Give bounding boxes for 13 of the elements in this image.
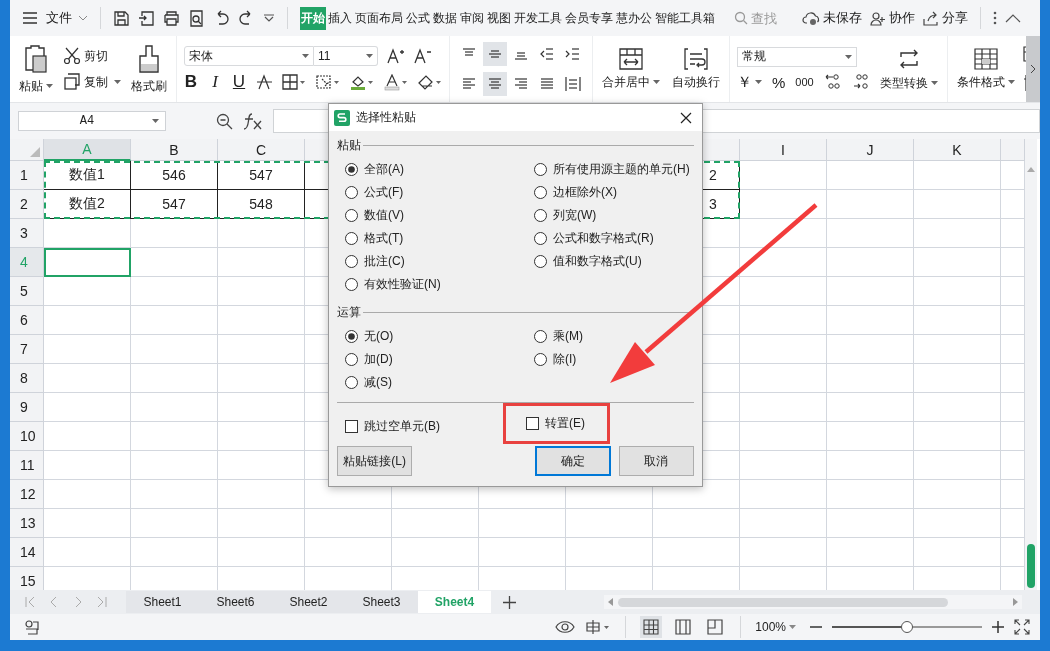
table-cell: 547 xyxy=(131,190,218,219)
table-cell: 548 xyxy=(218,190,305,219)
number-format-value: 常规 xyxy=(742,48,766,65)
table-cell: 数值1 xyxy=(44,161,131,190)
table-cell: 547 xyxy=(218,161,305,190)
section-label: 运算 xyxy=(337,304,361,321)
cell-reference: A4 xyxy=(78,114,96,128)
table-cell: 546 xyxy=(131,161,218,190)
table-cell: 数值2 xyxy=(44,190,131,219)
font-size-value: 11 xyxy=(318,49,331,63)
font-name: 宋体 xyxy=(189,47,213,65)
dialog-title: 选择性粘贴 xyxy=(356,109,417,126)
section-label: 粘贴 xyxy=(337,137,361,154)
